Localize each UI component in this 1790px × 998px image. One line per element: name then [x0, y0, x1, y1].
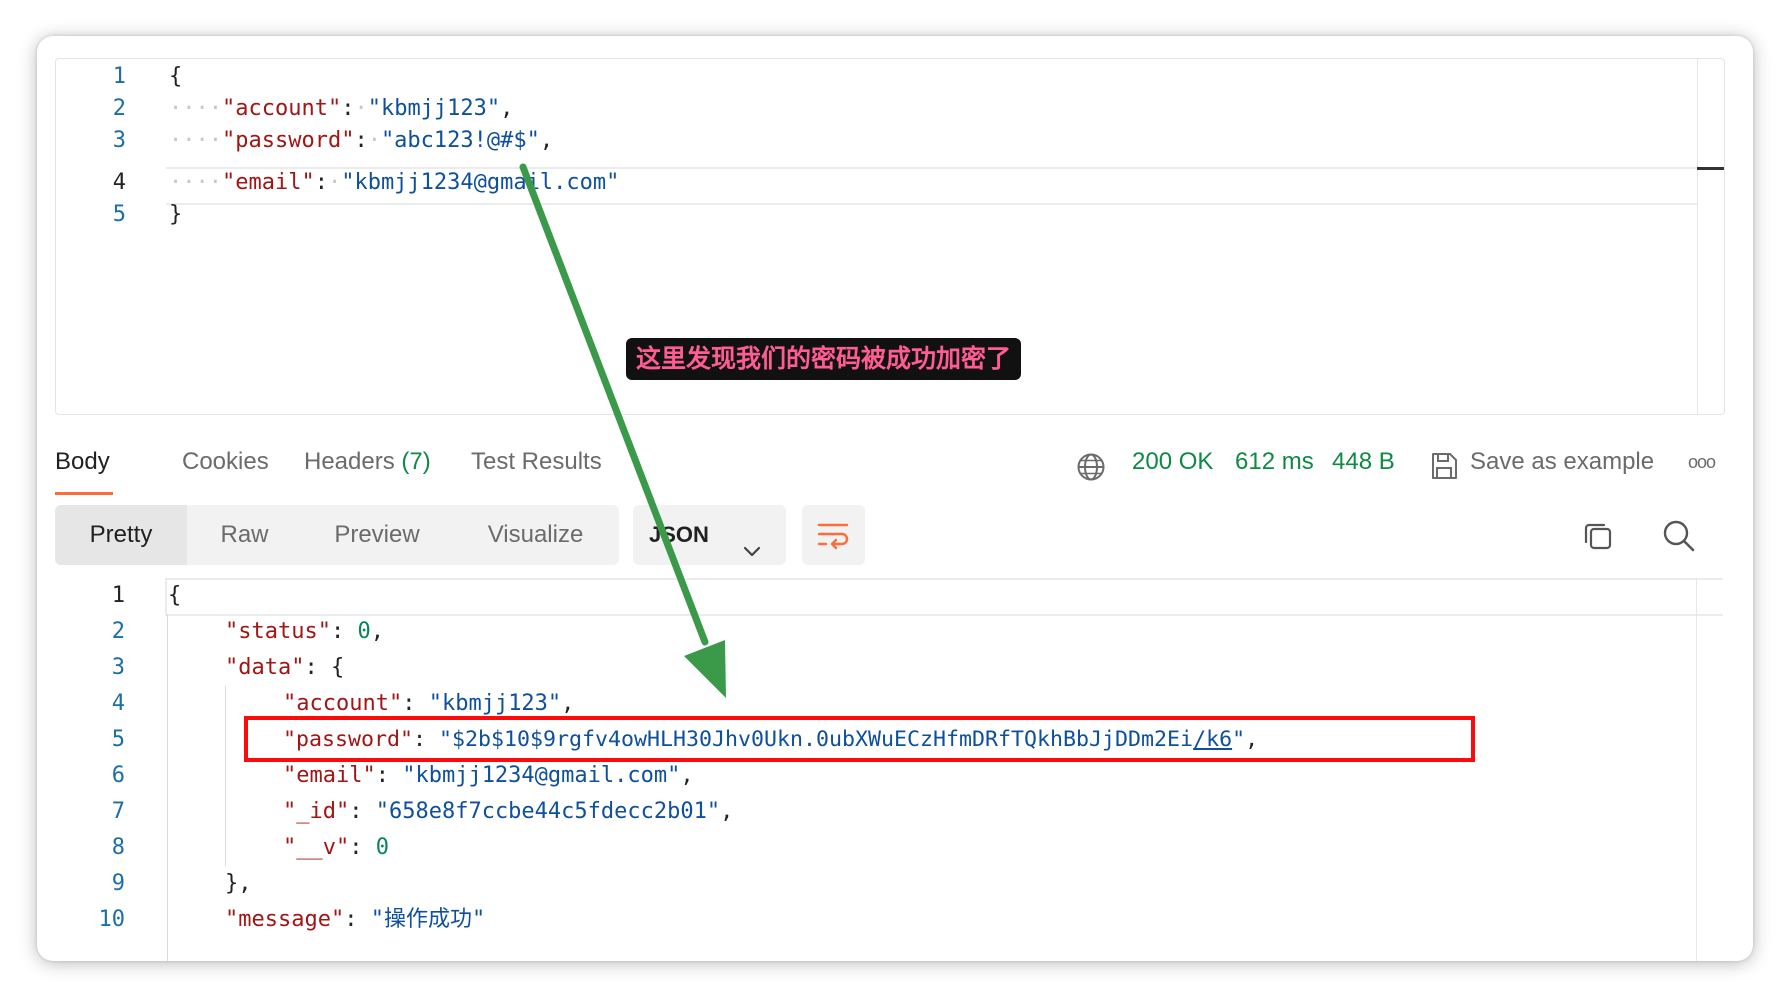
annotation-callout: 这里发现我们的密码被成功加密了 — [626, 338, 1022, 380]
app-window: 1 2 3 4 5 { ····"account":·"kbmjj123", ·… — [37, 36, 1753, 961]
annotation-arrow — [519, 163, 726, 698]
